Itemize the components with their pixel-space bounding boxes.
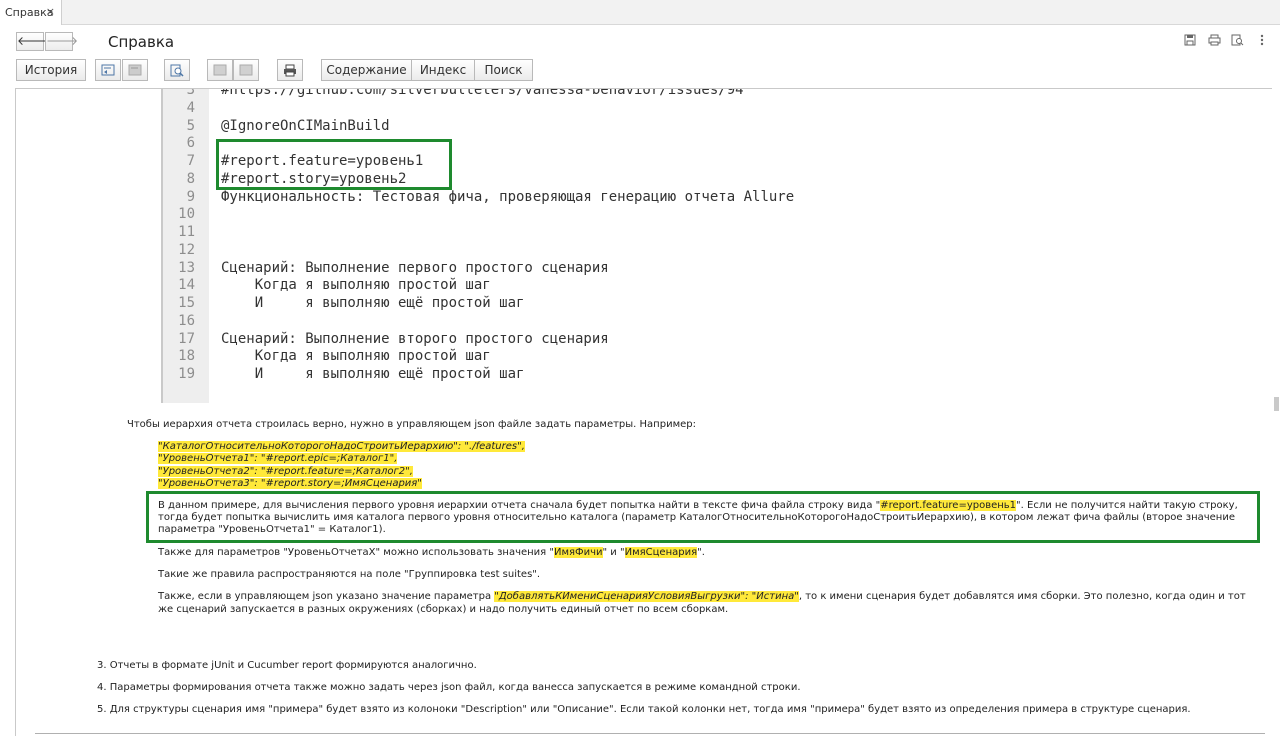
code-line: И я выполняю ещё простой шаг: [221, 295, 525, 311]
back-button[interactable]: 🡐: [16, 32, 49, 51]
next-topic-button[interactable]: [233, 59, 259, 81]
explanation-line-3: параметра "УровеньОтчета1" = Каталог1).: [158, 524, 386, 535]
code-line: Когда я выполняю простой шаг: [221, 277, 491, 294]
line-number: 11: [178, 224, 195, 240]
code-line: #https://github.com/silverbulleters/vane…: [221, 88, 744, 98]
code-line: Сценарий: Выполнение первого простого сц…: [221, 259, 609, 276]
toc-next-button[interactable]: [122, 59, 148, 81]
arrow-right-icon: 🡒: [46, 34, 79, 48]
divider: [35, 733, 1265, 734]
print-icon[interactable]: [1207, 34, 1221, 48]
list-item-3: 3. Отчеты в формате jUnit и Cucumber rep…: [97, 660, 477, 671]
code-line: Сценарий: Выполнение второго простого сц…: [221, 330, 609, 347]
find-button[interactable]: [164, 59, 190, 81]
printer-icon: [284, 64, 296, 77]
same-rules-text: Такие же правила распространяются на пол…: [158, 569, 541, 580]
line-number: 3: [186, 88, 195, 98]
line-number: 4: [186, 99, 195, 116]
tab-index[interactable]: Индекс: [411, 59, 475, 81]
highlight-box-report-tags: [216, 139, 452, 190]
history-button[interactable]: История: [16, 59, 86, 81]
explanation-line-1: В данном примере, для вычисления первого…: [158, 500, 1238, 511]
forward-button[interactable]: 🡒: [45, 32, 78, 51]
code-line: @IgnoreOnCIMainBuild: [221, 117, 390, 134]
next-topic-icon: [239, 64, 253, 76]
line-number: 9: [186, 188, 195, 205]
code-line: Когда я выполняю простой шаг: [221, 348, 491, 365]
tab-strip: Справка ×: [0, 0, 1280, 25]
code-block: 3 #https://github.com/silverbulleters/van…: [161, 88, 794, 403]
line-number: 14: [178, 277, 195, 294]
close-icon[interactable]: ×: [46, 5, 55, 18]
code-line: Функциональность: Тестовая фича, проверя…: [221, 188, 795, 205]
code-line: И я выполняю ещё простой шаг: [221, 366, 525, 382]
line-number: 8: [186, 170, 195, 187]
search-icon: [170, 64, 184, 77]
json-line-4: "УровеньОтчета3": "#report.story=;ИмяСце…: [158, 478, 422, 489]
toc-next-icon: [128, 64, 142, 76]
scrollbar-thumb[interactable]: [1274, 397, 1279, 411]
intro-text: Чтобы иерархия отчета строилась верно, н…: [127, 419, 696, 430]
tab-help[interactable]: Справка ×: [0, 0, 62, 25]
line-number: 10: [178, 206, 195, 223]
toc-sync-button[interactable]: [95, 59, 121, 81]
json-line-2: "УровеньОтчета1": "#report.epic=;Каталог…: [158, 453, 398, 464]
tab-contents[interactable]: Содержание: [321, 59, 412, 81]
line-number: 18: [178, 348, 195, 365]
prev-topic-button[interactable]: [207, 59, 233, 81]
explanation-line-2: тогда будет попытка вычислить имя катало…: [158, 512, 1235, 523]
preview-icon[interactable]: [1230, 34, 1244, 48]
toc-sync-icon: [101, 64, 115, 76]
more-icon[interactable]: [1255, 34, 1269, 48]
line-number: 5: [186, 117, 195, 134]
line-number: 19: [178, 366, 195, 382]
line-number: 12: [178, 241, 195, 258]
save-icon[interactable]: [1183, 34, 1197, 48]
tab-search[interactable]: Поиск: [474, 59, 533, 81]
prev-topic-icon: [213, 64, 227, 76]
print-button[interactable]: [277, 59, 303, 81]
also-values-text: Также для параметров "УровеньОтчетаХ" мо…: [158, 547, 705, 558]
page-title: Справка: [108, 33, 175, 51]
list-item-4: 4. Параметры формирования отчета также м…: [97, 682, 801, 693]
help-content: 3 #https://github.com/silverbulleters/van…: [15, 88, 1272, 736]
build-name-text-2: же сценарий запускается в разных окружен…: [158, 604, 729, 615]
build-name-text-1: Также, если в управляющем json указано з…: [158, 591, 1246, 602]
line-number: 16: [178, 312, 195, 329]
list-item-5: 5. Для структуры сценария имя "примера" …: [97, 704, 1191, 715]
line-number: 15: [178, 295, 195, 311]
line-number: 17: [178, 330, 195, 347]
json-line-3: "УровеньОтчета2": "#report.feature=;Ката…: [158, 466, 413, 477]
line-number: 13: [178, 259, 195, 276]
line-number: 6: [186, 135, 195, 152]
line-number: 7: [186, 153, 195, 169]
json-line-1: "КаталогОтносительноКоторогоНадоСтроитьИ…: [158, 441, 525, 452]
